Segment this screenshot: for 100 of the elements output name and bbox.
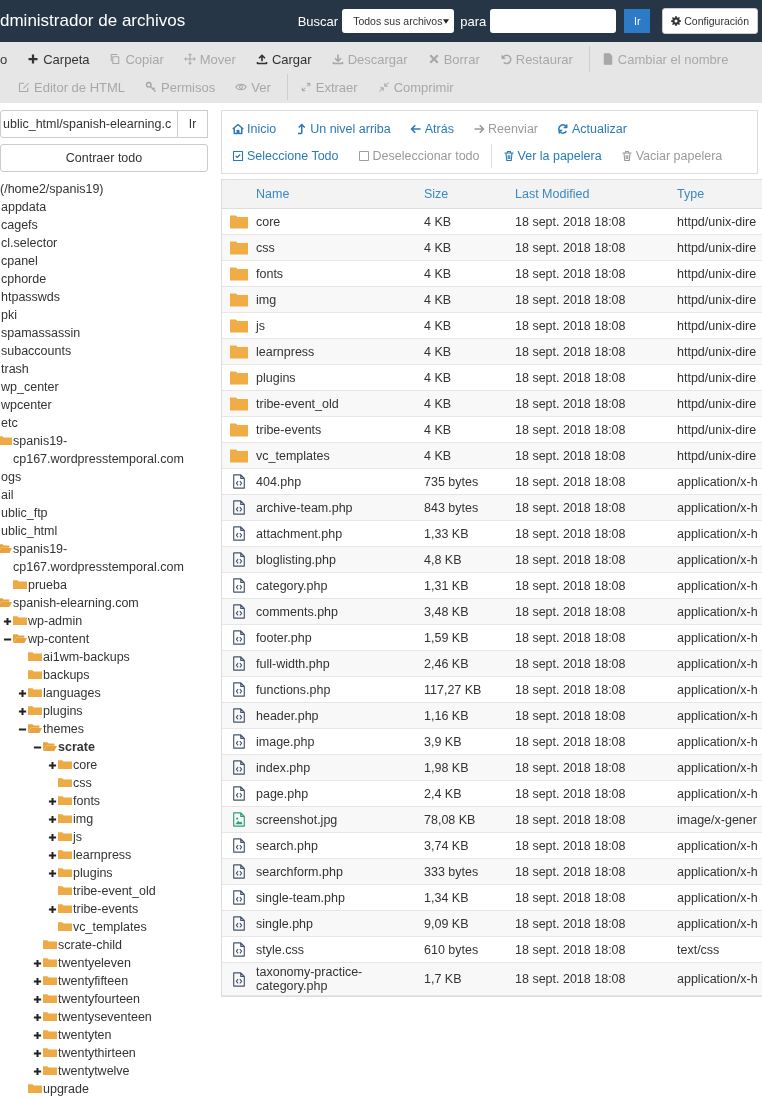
file-name[interactable]: image.php: [256, 734, 424, 749]
tree-item[interactable]: twentyfifteen: [58, 972, 208, 990]
tree-item[interactable]: prueba: [28, 576, 208, 594]
nav-button[interactable]: Inicio: [232, 121, 277, 136]
expand-icon[interactable]: [18, 688, 27, 698]
expand-icon[interactable]: [48, 814, 57, 824]
toolbar-button[interactable]: o: [0, 51, 8, 67]
expand-icon[interactable]: [33, 958, 42, 968]
expand-icon[interactable]: [18, 706, 27, 716]
tree-item[interactable]: twentytwelve: [58, 1062, 208, 1080]
tree-item[interactable]: vc_templates: [73, 918, 208, 936]
file-name[interactable]: full-width.php: [256, 656, 424, 671]
expand-icon[interactable]: [48, 796, 57, 806]
file-name[interactable]: searchform.php: [256, 864, 424, 879]
tree-item[interactable]: themes: [43, 720, 208, 738]
file-name[interactable]: screenshot.jpg: [256, 812, 424, 827]
column-header[interactable]: Name: [256, 187, 424, 201]
toolbar-button[interactable]: Cargar: [255, 51, 312, 67]
tree-item[interactable]: img: [73, 810, 208, 828]
tree-item[interactable]: twentyeleven: [58, 954, 208, 972]
file-name[interactable]: archive-team.php: [256, 500, 424, 515]
column-header[interactable]: Size: [424, 187, 515, 201]
tree-item[interactable]: wp_center: [1, 378, 208, 396]
tree-item[interactable]: js: [73, 828, 208, 846]
expand-icon[interactable]: [33, 1066, 42, 1076]
tree-item[interactable]: languages: [43, 684, 208, 702]
tree-item[interactable]: learnpress: [73, 846, 208, 864]
file-name[interactable]: css: [256, 240, 424, 255]
expand-icon[interactable]: [33, 976, 42, 986]
tree-item[interactable]: spanish-elearning.com: [13, 594, 208, 612]
file-name[interactable]: bloglisting.php: [256, 552, 424, 567]
file-name[interactable]: style.css: [256, 942, 424, 957]
column-header[interactable]: Type: [677, 187, 762, 201]
tree-item[interactable]: cagefs: [1, 216, 208, 234]
tree-root[interactable]: (/home2/spanis19): [0, 180, 208, 198]
file-name[interactable]: footer.php: [256, 630, 424, 645]
file-name[interactable]: functions.php: [256, 682, 424, 697]
file-name[interactable]: index.php: [256, 760, 424, 775]
file-name[interactable]: plugins: [256, 370, 424, 385]
tree-item[interactable]: wpcenter: [1, 396, 208, 414]
file-name[interactable]: vc_templates: [256, 448, 424, 463]
tree-item[interactable]: pki: [1, 306, 208, 324]
tree-item[interactable]: tribe-event_old: [73, 882, 208, 900]
file-name[interactable]: tribe-event_old: [256, 396, 424, 411]
tree-item[interactable]: ublic_html: [1, 522, 208, 540]
expand-icon[interactable]: [33, 1030, 42, 1040]
file-name[interactable]: js: [256, 318, 424, 333]
file-name[interactable]: 404.php: [256, 474, 424, 489]
tree-item[interactable]: cphorde: [1, 270, 208, 288]
tree-item[interactable]: etc: [1, 414, 208, 432]
file-name[interactable]: search.php: [256, 838, 424, 853]
tree-item[interactable]: scrate: [58, 738, 208, 756]
expand-icon[interactable]: [48, 868, 57, 878]
file-name[interactable]: comments.php: [256, 604, 424, 619]
expand-icon[interactable]: [48, 850, 57, 860]
tree-item[interactable]: tribe-events: [73, 900, 208, 918]
expand-icon[interactable]: [33, 994, 42, 1004]
file-name[interactable]: single.php: [256, 916, 424, 931]
expand-icon[interactable]: [3, 616, 12, 626]
file-name[interactable]: learnpress: [256, 344, 424, 359]
search-field[interactable]: [490, 9, 617, 33]
tree-item[interactable]: spamassassin: [1, 324, 208, 342]
file-name[interactable]: img: [256, 292, 424, 307]
expand-icon[interactable]: [33, 1012, 42, 1022]
file-name[interactable]: fonts: [256, 266, 424, 281]
expand-icon[interactable]: [48, 832, 57, 842]
file-name[interactable]: category.php: [256, 578, 424, 593]
nav-button[interactable]: Actualizar: [557, 121, 627, 136]
tree-item[interactable]: ai1wm-backups: [43, 648, 208, 666]
tree-item[interactable]: trash: [1, 360, 208, 378]
collapse-all-button[interactable]: Contraer todo: [0, 144, 208, 172]
tree-item[interactable]: cpanel: [1, 252, 208, 270]
file-name[interactable]: taxonomy-practice-category.php: [256, 965, 424, 993]
tree-item[interactable]: htpasswds: [1, 288, 208, 306]
file-name[interactable]: single-team.php: [256, 890, 424, 905]
file-name[interactable]: tribe-events: [256, 422, 424, 437]
file-name[interactable]: header.php: [256, 708, 424, 723]
expand-icon[interactable]: [33, 1048, 42, 1058]
tree-item[interactable]: ublic_ftp: [1, 504, 208, 522]
tree-item[interactable]: core: [73, 756, 208, 774]
tree-item[interactable]: twentyten: [58, 1026, 208, 1044]
tree-item[interactable]: ail: [1, 486, 208, 504]
tree-item[interactable]: scrate-child: [58, 936, 208, 954]
file-name[interactable]: attachment.php: [256, 526, 424, 541]
tree-item[interactable]: plugins: [73, 864, 208, 882]
tree-item[interactable]: appdata: [1, 198, 208, 216]
path-field[interactable]: ublic_html/spanish-elearning.c: [0, 110, 178, 138]
tree-item[interactable]: plugins: [43, 702, 208, 720]
search-scope-dropdown[interactable]: Todos sus archivos: [342, 9, 455, 33]
search-go-button[interactable]: Ir: [624, 9, 651, 33]
settings-button[interactable]: Configuración: [662, 8, 758, 34]
tree-item[interactable]: backups: [43, 666, 208, 684]
tree-item[interactable]: twentyseventeen: [58, 1008, 208, 1026]
tree-item[interactable]: subaccounts: [1, 342, 208, 360]
column-header[interactable]: Last Modified: [515, 187, 677, 201]
tree-item[interactable]: wp-content: [28, 630, 208, 648]
tree-item[interactable]: ogs: [1, 468, 208, 486]
toolbar-button[interactable]: Carpeta: [27, 51, 90, 67]
path-go-button[interactable]: Ir: [178, 110, 208, 138]
nav-button[interactable]: Un nivel arriba: [295, 121, 391, 136]
